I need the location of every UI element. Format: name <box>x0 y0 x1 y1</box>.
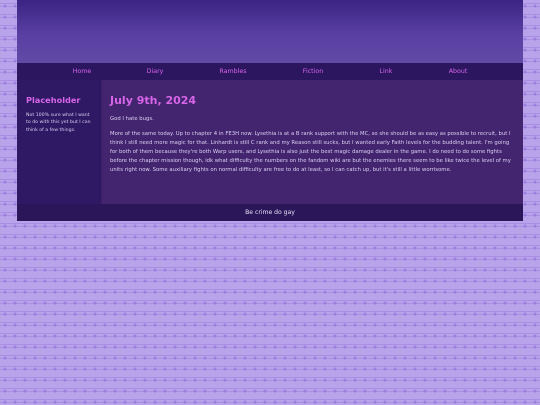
navbar: Home Diary Rambles Fiction Link About <box>17 63 523 80</box>
sidebar-title: Placeholder <box>26 95 81 105</box>
footer-text: Be crime do gay <box>245 209 295 216</box>
post-paragraph: More of the same today. Up to chapter 4 … <box>110 130 511 173</box>
nav-diary-link[interactable]: Diary <box>138 68 172 75</box>
post-content: July 9th, 2024 God I hate bugs. More of … <box>101 80 523 204</box>
post-date: July 9th, 2024 <box>110 94 197 107</box>
sidebar: Placeholder Not 100% sure what I want to… <box>17 80 101 204</box>
sidebar-text: Not 100% sure what I want to do with thi… <box>26 113 91 133</box>
footer: Be crime do gay <box>17 204 523 221</box>
header-banner <box>17 0 523 63</box>
post-paragraph: God I hate bugs. <box>110 116 154 122</box>
site-container: Home Diary Rambles Fiction Link About Pl… <box>17 0 523 221</box>
nav-fiction-link[interactable]: Fiction <box>296 68 330 75</box>
nav-about-link[interactable]: About <box>441 68 475 75</box>
main-row: Placeholder Not 100% sure what I want to… <box>17 80 523 204</box>
nav-home-link[interactable]: Home <box>65 68 99 75</box>
nav-rambles-link[interactable]: Rambles <box>213 68 253 75</box>
nav-link-link[interactable]: Link <box>372 68 400 75</box>
